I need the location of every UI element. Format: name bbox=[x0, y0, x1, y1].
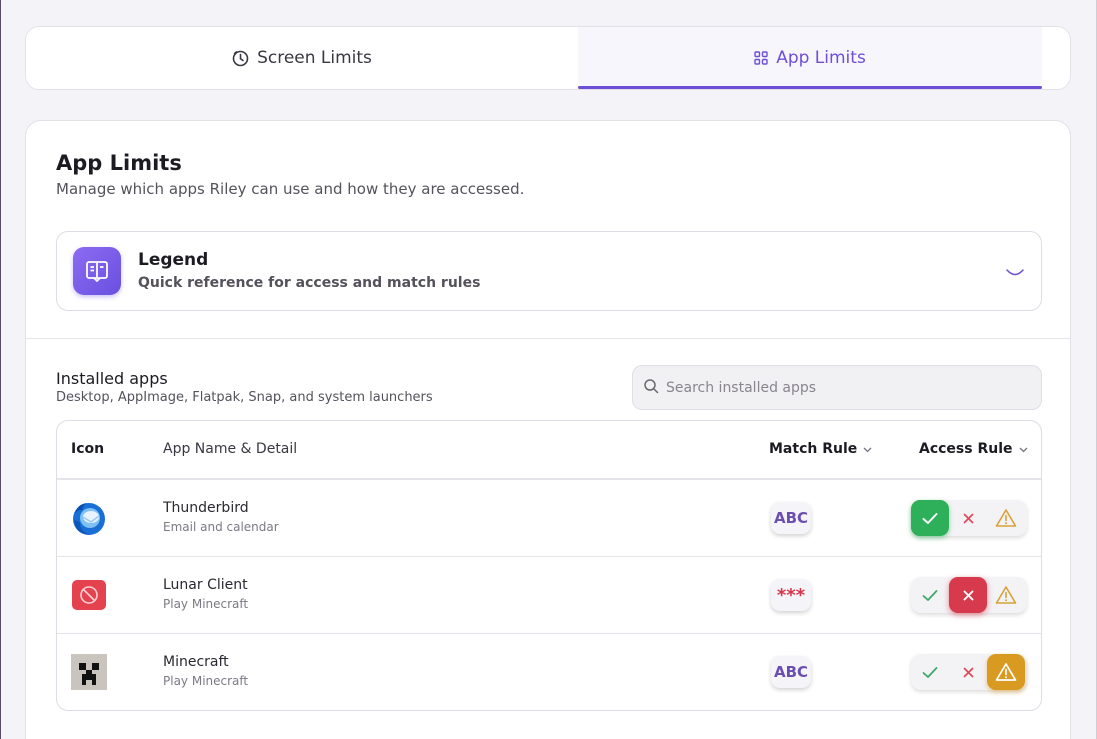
allow-button[interactable] bbox=[911, 577, 949, 613]
search-box bbox=[632, 365, 1042, 410]
column-header-access-rule[interactable]: Access Rule bbox=[919, 441, 1028, 457]
check-icon bbox=[922, 512, 938, 524]
access-rule-toggle bbox=[911, 500, 1027, 536]
search-icon bbox=[643, 378, 659, 398]
chevron-down-icon bbox=[863, 441, 872, 457]
table-row: Minecraft Play Minecraft ABC bbox=[57, 633, 1041, 710]
installed-apps-subtitle: Desktop, AppImage, Flatpak, Snap, and sy… bbox=[56, 390, 433, 405]
warn-button[interactable] bbox=[987, 654, 1025, 690]
apps-table: Icon App Name & Detail Match Rule Access… bbox=[56, 420, 1042, 711]
close-icon bbox=[963, 590, 973, 600]
tab-screen-limits-label: Screen Limits bbox=[257, 48, 372, 68]
access-rule-toggle bbox=[911, 577, 1027, 613]
block-button[interactable] bbox=[949, 500, 987, 536]
warning-icon bbox=[995, 663, 1017, 681]
warn-button[interactable] bbox=[987, 500, 1025, 536]
allow-button[interactable] bbox=[911, 654, 949, 690]
match-rule-chip[interactable]: *** bbox=[771, 579, 811, 611]
match-rule-chip[interactable]: ABC bbox=[771, 502, 811, 534]
legend-subtitle: Quick reference for access and match rul… bbox=[138, 275, 481, 291]
page-title: App Limits bbox=[56, 151, 182, 175]
block-button[interactable] bbox=[949, 577, 987, 613]
app-name: Minecraft bbox=[163, 654, 229, 670]
app-limits-card: App Limits Manage which apps Riley can u… bbox=[25, 120, 1071, 739]
column-header-icon: Icon bbox=[71, 441, 105, 457]
installed-apps-title: Installed apps bbox=[56, 369, 168, 388]
legend-panel[interactable]: Legend Quick reference for access and ma… bbox=[56, 231, 1042, 311]
column-header-match-label: Match Rule bbox=[769, 441, 858, 457]
tab-screen-limits[interactable]: Screen Limits bbox=[26, 27, 578, 89]
close-icon bbox=[963, 667, 973, 677]
block-button[interactable] bbox=[949, 654, 987, 690]
table-row: Thunderbird Email and calendar ABC bbox=[57, 479, 1041, 556]
book-icon bbox=[73, 247, 121, 295]
clock-icon bbox=[232, 50, 249, 67]
match-rule-chip[interactable]: ABC bbox=[771, 656, 811, 688]
legend-title: Legend bbox=[138, 250, 209, 270]
app-name: Thunderbird bbox=[163, 500, 249, 516]
app-detail: Email and calendar bbox=[163, 520, 279, 534]
access-rule-toggle bbox=[911, 654, 1027, 690]
check-icon bbox=[922, 589, 938, 601]
warn-button[interactable] bbox=[987, 577, 1025, 613]
grid-icon bbox=[754, 51, 768, 65]
tab-bar: Screen Limits App Limits bbox=[25, 26, 1071, 90]
chevron-down-icon[interactable] bbox=[1005, 264, 1025, 283]
column-header-name: App Name & Detail bbox=[163, 441, 298, 457]
chevron-down-icon bbox=[1019, 441, 1028, 457]
check-icon bbox=[922, 666, 938, 678]
warning-icon bbox=[995, 586, 1017, 604]
close-icon bbox=[963, 513, 973, 523]
table-header: Icon App Name & Detail Match Rule Access… bbox=[57, 421, 1041, 479]
minecraft-icon bbox=[71, 654, 107, 690]
table-row: Lunar Client Play Minecraft *** bbox=[57, 556, 1041, 633]
column-header-access-label: Access Rule bbox=[919, 441, 1013, 457]
lunar-client-icon bbox=[71, 577, 107, 613]
window-border-left bbox=[0, 0, 1, 739]
app-detail: Play Minecraft bbox=[163, 597, 249, 611]
thunderbird-icon bbox=[71, 500, 107, 536]
tab-app-limits-label: App Limits bbox=[776, 48, 866, 68]
warning-icon bbox=[995, 509, 1017, 527]
allow-button[interactable] bbox=[911, 500, 949, 536]
app-name: Lunar Client bbox=[163, 577, 248, 593]
column-header-match-rule[interactable]: Match Rule bbox=[769, 441, 872, 457]
page-subtitle: Manage which apps Riley can use and how … bbox=[56, 180, 525, 198]
search-input[interactable] bbox=[666, 379, 1026, 396]
section-divider bbox=[26, 338, 1070, 339]
app-detail: Play Minecraft bbox=[163, 674, 249, 688]
tab-app-limits[interactable]: App Limits bbox=[578, 27, 1042, 89]
